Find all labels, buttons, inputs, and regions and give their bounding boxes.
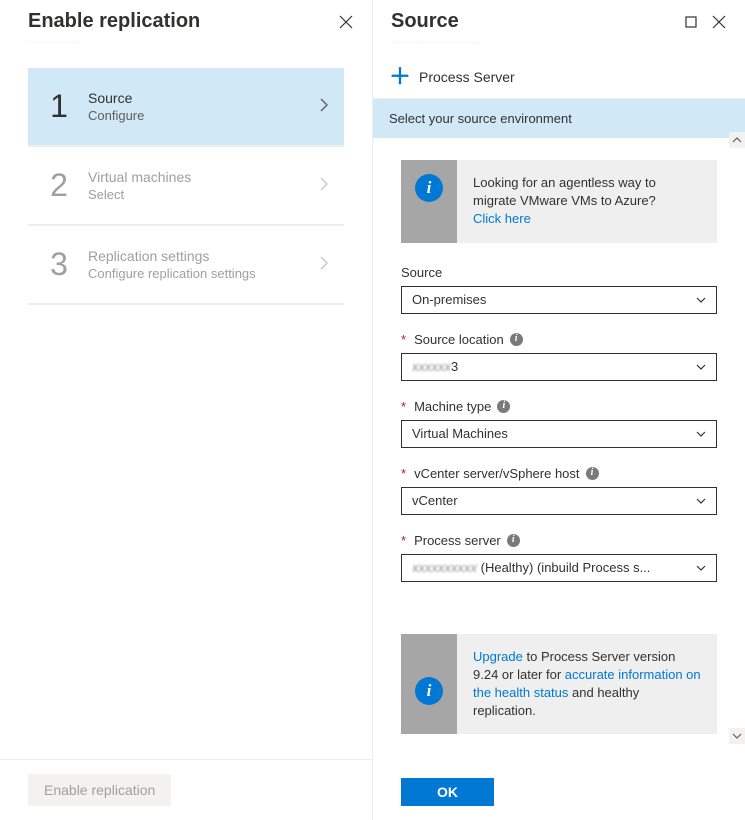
chevron-down-icon (696, 294, 706, 306)
info-text: Looking for an agentless way to migrate … (473, 175, 656, 208)
upgrade-link[interactable]: Upgrade (473, 649, 523, 664)
right-subheader-redacted: ······················· (373, 37, 745, 58)
machine-type-select[interactable]: Virtual Machines (401, 420, 717, 448)
chevron-down-icon (696, 495, 706, 507)
process-server-command[interactable]: Process Server (419, 69, 515, 85)
info-icon: i (415, 677, 443, 705)
wizard-steps: 1 Source Configure 2 Virtual machines Se… (0, 58, 372, 305)
close-icon[interactable] (711, 14, 727, 30)
step-title: Replication settings (88, 248, 320, 264)
left-panel-header: Enable replication (0, 0, 372, 37)
info-icon[interactable]: i (586, 467, 599, 480)
machine-type-value: Virtual Machines (412, 426, 508, 441)
enable-replication-panel: Enable replication ·············· 1 Sour… (0, 0, 373, 820)
maximize-icon[interactable] (683, 14, 699, 30)
label-vcenter: vCenter server/vSphere host (414, 466, 579, 481)
select-source-banner: Select your source environment (373, 99, 745, 138)
required-marker: * (401, 399, 406, 414)
right-footer: OK (373, 763, 745, 820)
ok-button[interactable]: OK (401, 778, 494, 806)
process-server-value-suffix: (Healthy) (inbuild Process s... (481, 560, 651, 575)
chevron-right-icon (320, 177, 328, 194)
left-panel-title: Enable replication (28, 10, 200, 33)
label-machine-type: Machine type (414, 399, 491, 414)
field-vcenter: * vCenter server/vSphere host i vCenter (401, 466, 717, 515)
step-subtitle: Configure (88, 108, 320, 123)
field-process-server: * Process server i xxxxxxxxxx (Healthy) (i… (401, 533, 717, 582)
command-bar: ＋ Process Server (373, 58, 745, 99)
step-subtitle: Configure replication settings (88, 266, 320, 281)
right-panel-header: Source (373, 0, 745, 37)
left-subheader-redacted: ·············· (0, 37, 372, 58)
label-process-server: Process server (414, 533, 501, 548)
source-value: On-premises (412, 292, 486, 307)
field-source-location: * Source location i xxxxxx········33 (401, 332, 717, 381)
process-server-value-redacted: xxxxxxxxxx (412, 560, 477, 575)
scroll-down-icon[interactable] (729, 728, 745, 744)
step-virtual-machines[interactable]: 2 Virtual machines Select (28, 147, 344, 226)
info-upgrade-process-server: i Upgrade to Process Server version 9.24… (401, 634, 717, 735)
required-marker: * (401, 533, 406, 548)
source-location-select[interactable]: xxxxxx········33 (401, 353, 717, 381)
info-icon[interactable]: i (497, 400, 510, 413)
step-number: 3 (38, 246, 80, 283)
label-source-location: Source location (414, 332, 504, 347)
step-number: 2 (38, 167, 80, 204)
step-title: Source (88, 90, 320, 106)
chevron-right-icon (320, 256, 328, 273)
source-select[interactable]: On-premises (401, 286, 717, 314)
chevron-right-icon (320, 98, 328, 115)
source-panel: Source ······················· ＋ Process… (373, 0, 745, 820)
process-server-select[interactable]: xxxxxxxxxx (Healthy) (inbuild Process s.… (401, 554, 717, 582)
info-icon: i (415, 174, 443, 202)
field-machine-type: * Machine type i Virtual Machines (401, 399, 717, 448)
vcenter-value: vCenter (412, 493, 458, 508)
vcenter-select[interactable]: vCenter (401, 487, 717, 515)
left-footer: Enable replication (0, 759, 372, 820)
chevron-down-icon (696, 562, 706, 574)
enable-replication-button: Enable replication (28, 774, 171, 806)
field-source: Source On-premises (401, 265, 717, 314)
info-icon[interactable]: i (510, 333, 523, 346)
plus-icon[interactable]: ＋ (389, 66, 411, 88)
required-marker: * (401, 332, 406, 347)
chevron-down-icon (696, 428, 706, 440)
step-number: 1 (38, 88, 80, 125)
source-location-value-redacted: xxxxxx (412, 359, 451, 374)
close-icon[interactable] (338, 14, 354, 30)
required-marker: * (401, 466, 406, 481)
chevron-down-icon (696, 361, 706, 373)
step-source[interactable]: 1 Source Configure (28, 68, 344, 147)
step-replication-settings[interactable]: 3 Replication settings Configure replica… (28, 226, 344, 305)
right-panel-title: Source (391, 10, 459, 33)
info-icon[interactable]: i (507, 534, 520, 547)
label-source: Source (401, 265, 442, 280)
step-subtitle: Select (88, 187, 320, 202)
click-here-link[interactable]: Click here (473, 211, 531, 226)
step-title: Virtual machines (88, 169, 320, 185)
source-form-area: i Looking for an agentless way to migrat… (373, 138, 745, 763)
info-agentless-migration: i Looking for an agentless way to migrat… (401, 160, 717, 243)
